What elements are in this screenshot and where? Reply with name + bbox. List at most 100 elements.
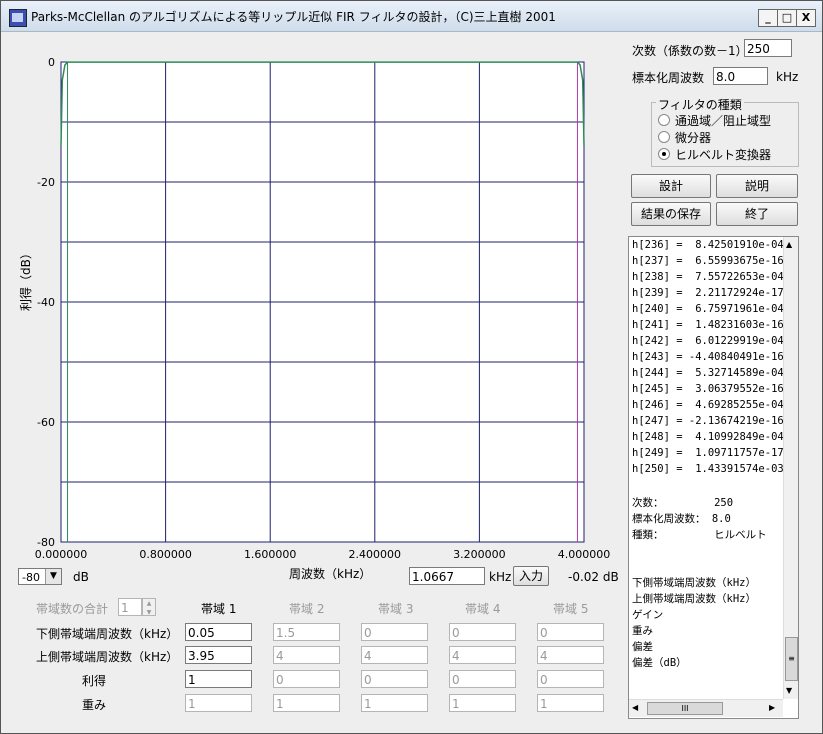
band-2-weight-input[interactable]: 1 — [273, 694, 340, 712]
x-tick-label: 0.800000 — [139, 548, 192, 561]
coefficient-line: h[240] = 6.75971961e-04 — [632, 303, 784, 315]
band-1-weight-input[interactable]: 1 — [185, 694, 252, 712]
save-results-button[interactable]: 結果の保存 — [631, 202, 711, 226]
band-5-lower-input[interactable]: 0 — [537, 623, 604, 641]
gain-chart: 0-20-40-60-800.000000 0.800000 1.600000 2.4… — [35, 56, 611, 561]
band-row-label-gain: 利得 — [82, 674, 107, 688]
summary-line: 標本化周波数： 8.0 — [632, 513, 731, 525]
result-table-line: ゲイン — [632, 609, 664, 621]
band-header-2: 帯域 2 — [289, 602, 325, 616]
band-row-label-upper: 上側帯域端周波数（kHz） — [36, 650, 179, 664]
coefficient-line: h[244] = 5.32714589e-04 — [632, 367, 784, 379]
band-2-gain-input[interactable]: 0 — [273, 670, 340, 688]
coefficient-line: h[243] = -4.40840491e-16 — [632, 351, 784, 363]
band-count-input[interactable]: 1 — [118, 598, 142, 616]
x-tick-label: 0.000000 — [35, 548, 88, 561]
band-count-label: 帯域数の合計 — [36, 602, 109, 616]
coefficient-line: h[250] = 1.43391574e-03 — [632, 463, 784, 475]
horizontal-scroll-thumb[interactable]: III — [647, 702, 723, 715]
band-3-lower-input[interactable]: 0 — [361, 623, 428, 641]
app-icon — [9, 9, 27, 27]
band-2-upper-input[interactable]: 4 — [273, 646, 340, 664]
summary-line: 種類： ヒルベルト — [632, 529, 767, 541]
y-tick-label: -20 — [37, 176, 55, 189]
band-header-1: 帯域 1 — [201, 602, 237, 616]
band-5-weight-input[interactable]: 1 — [537, 694, 604, 712]
scroll-down-icon[interactable]: ▼ — [786, 686, 792, 695]
radio-differentiator[interactable] — [658, 131, 670, 143]
results-horizontal-scrollbar[interactable]: ◀ III ▶ — [629, 699, 783, 717]
scroll-right-icon[interactable]: ▶ — [769, 703, 775, 712]
filter-type-group-title: フィルタの種類 — [656, 96, 744, 113]
coefficient-line: h[246] = 4.69285255e-04 — [632, 399, 784, 411]
band-1-lower-input[interactable]: 0.05 — [185, 623, 252, 641]
band-header-3: 帯域 3 — [378, 602, 414, 616]
band-3-weight-input[interactable]: 1 — [361, 694, 428, 712]
band-4-lower-input[interactable]: 0 — [449, 623, 516, 641]
maximize-button[interactable]: □ — [777, 9, 797, 27]
band-1-upper-input[interactable]: 3.95 — [185, 646, 252, 664]
y-tick-label: -60 — [37, 416, 55, 429]
coefficient-line: h[237] = 6.55993675e-16 — [632, 255, 784, 267]
coefficient-line: h[245] = 3.06379552e-16 — [632, 383, 784, 395]
radio-passband-stopband[interactable] — [658, 114, 670, 126]
sampling-frequency-unit: kHz — [776, 70, 799, 84]
sampling-frequency-label: 標本化周波数 — [632, 71, 705, 85]
band-header-4: 帯域 4 — [465, 602, 501, 616]
scroll-up-icon[interactable]: ▲ — [786, 240, 792, 249]
x-tick-label: 1.600000 — [244, 548, 297, 561]
band-5-upper-input[interactable]: 4 — [537, 646, 604, 664]
coefficient-line: h[249] = 1.09711757e-17 — [632, 447, 784, 459]
x-tick-label: 3.200000 — [453, 548, 506, 561]
title-bar: Parks-McClellan のアルゴリズムによる等リップル近似 FIR フィ… — [1, 1, 822, 32]
main-window: Parks-McClellan のアルゴリズムによる等リップル近似 FIR フィ… — [0, 0, 823, 734]
order-input[interactable]: 250 — [744, 39, 792, 57]
minimize-button[interactable]: _ — [758, 9, 778, 27]
radio-hilbert-transformer-label[interactable]: ヒルベルト変換器 — [675, 146, 771, 163]
chevron-down-icon[interactable]: ▼ — [45, 569, 61, 584]
radio-differentiator-label[interactable]: 微分器 — [675, 129, 711, 146]
band-4-weight-input[interactable]: 1 — [449, 694, 516, 712]
band-3-upper-input[interactable]: 4 — [361, 646, 428, 664]
radio-passband-stopband-label[interactable]: 通過域／阻止域型 — [675, 112, 771, 129]
frequency-input[interactable]: 1.0667 — [409, 567, 485, 585]
band-4-upper-input[interactable]: 4 — [449, 646, 516, 664]
db-range-value: -80 — [22, 571, 40, 584]
coefficient-line: h[236] = 8.42501910e-04 — [632, 239, 784, 251]
band-count-spinner[interactable]: ▲ ▼ — [142, 598, 156, 616]
sampling-frequency-input[interactable]: 8.0 — [713, 67, 768, 85]
x-axis-label: 周波数（kHz） — [289, 567, 372, 581]
coefficient-line: h[248] = 4.10992849e-04 — [632, 431, 784, 443]
radio-hilbert-transformer[interactable] — [658, 148, 670, 160]
x-tick-label: 4.000000 — [558, 548, 611, 561]
band-4-gain-input[interactable]: 0 — [449, 670, 516, 688]
input-button[interactable]: 入力 — [513, 566, 549, 586]
coefficient-line: h[239] = 2.21172924e-17 — [632, 287, 784, 299]
results-listbox[interactable]: h[236] = 8.42501910e-04 h[237] = 6.559936… — [628, 236, 799, 719]
result-table-line: 重み — [632, 625, 653, 637]
vertical-scroll-thumb[interactable]: ≡ — [785, 637, 798, 681]
results-vertical-scrollbar[interactable]: ▲ ≡ ▼ — [783, 237, 798, 699]
x-tick-label: 2.400000 — [349, 548, 402, 561]
frequency-unit-label: kHz — [489, 570, 512, 584]
band-row-label-weight: 重み — [82, 698, 107, 712]
result-table-line: 偏差 — [632, 641, 653, 653]
scroll-left-icon[interactable]: ◀ — [632, 703, 638, 712]
band-1-gain-input[interactable]: 1 — [185, 670, 252, 688]
band-2-lower-input[interactable]: 1.5 — [273, 623, 340, 641]
band-3-gain-input[interactable]: 0 — [361, 670, 428, 688]
exit-button[interactable]: 終了 — [716, 202, 798, 226]
result-table-line: 下側帯域端周波数（kHz） — [632, 577, 756, 589]
band-header-5: 帯域 5 — [553, 602, 589, 616]
close-button[interactable]: X — [796, 9, 816, 27]
band-5-gain-input[interactable]: 0 — [537, 670, 604, 688]
window-title: Parks-McClellan のアルゴリズムによる等リップル近似 FIR フィ… — [31, 10, 556, 24]
design-button[interactable]: 設計 — [631, 174, 711, 198]
result-table-line: 偏差（dB） — [632, 657, 687, 669]
y-axis-label: 利得（dB） — [19, 247, 33, 311]
coefficient-line: h[238] = 7.55722653e-04 — [632, 271, 784, 283]
summary-line: 次数： 250 — [632, 497, 734, 509]
help-button[interactable]: 説明 — [716, 174, 798, 198]
db-range-select[interactable]: -80 ▼ — [18, 568, 62, 585]
response-plot: 0 -20 -40 -60 -80 0.000000 0.800000 1.600000 2.4… — [1, 32, 621, 592]
